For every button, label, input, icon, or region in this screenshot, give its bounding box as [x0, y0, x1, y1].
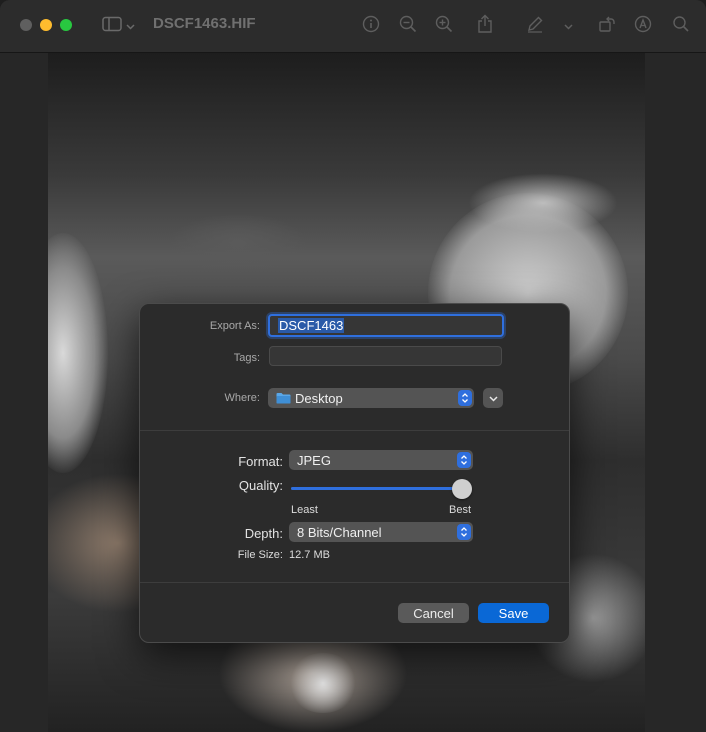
file-size-value: 12.7 MB: [289, 549, 330, 561]
export-as-value: DSCF1463: [278, 318, 345, 333]
file-size-label: File Size:: [237, 549, 283, 561]
save-button[interactable]: Save: [478, 603, 549, 623]
rotate-icon: [598, 15, 616, 38]
markup-button[interactable]: [524, 15, 546, 37]
slider-fill: [291, 487, 462, 490]
quality-best-label: Best: [448, 504, 471, 516]
person-icon: [634, 15, 652, 38]
info-button[interactable]: [360, 15, 382, 37]
chevron-down-icon: [563, 17, 573, 35]
search-button[interactable]: [670, 15, 692, 37]
format-label: Format:: [238, 454, 283, 469]
tags-field[interactable]: [269, 346, 502, 366]
format-value: JPEG: [297, 452, 331, 468]
depth-popup[interactable]: 8 Bits/Channel: [289, 522, 473, 542]
tags-label: Tags:: [233, 352, 260, 364]
quality-least-label: Least: [291, 504, 318, 516]
info-icon: [362, 15, 380, 38]
markup-person-button[interactable]: [632, 15, 654, 37]
export-as-label: Export As:: [209, 320, 260, 332]
close-window-button[interactable]: [20, 19, 32, 31]
slider-knob[interactable]: [452, 479, 472, 499]
zoom-out-icon: [399, 15, 417, 38]
where-popup[interactable]: Desktop: [268, 388, 474, 408]
where-label: Where:: [224, 392, 260, 404]
minimize-window-button[interactable]: [40, 19, 52, 31]
depth-value: 8 Bits/Channel: [297, 524, 382, 540]
chevron-down-icon: [125, 17, 135, 35]
folder-icon: [276, 392, 291, 404]
popup-arrows-icon: [457, 452, 471, 468]
zoom-in-icon: [435, 15, 453, 38]
title-bar: DSCF1463.HIF: [0, 0, 706, 53]
expand-where-button[interactable]: [483, 388, 503, 408]
zoom-in-button[interactable]: [433, 15, 455, 37]
rotate-button[interactable]: [596, 15, 618, 37]
zoom-window-button[interactable]: [60, 19, 72, 31]
popup-arrows-icon: [458, 390, 472, 406]
markup-options-button[interactable]: [562, 15, 574, 37]
window-title: DSCF1463.HIF: [153, 15, 256, 32]
quality-slider[interactable]: [291, 478, 472, 500]
export-as-field[interactable]: DSCF1463: [268, 314, 504, 337]
chevron-down-icon: [488, 389, 498, 407]
sidebar-toggle-button[interactable]: [100, 15, 136, 37]
sidebar-icon: [101, 16, 122, 37]
search-icon: [672, 15, 690, 38]
quality-label: Quality:: [238, 478, 283, 493]
separator: [140, 430, 569, 431]
share-icon: [477, 14, 493, 39]
export-dialog: Export As: DSCF1463 Tags: Where: Desktop…: [139, 303, 570, 643]
share-button[interactable]: [474, 14, 496, 39]
format-popup[interactable]: JPEG: [289, 450, 473, 470]
markup-icon: [526, 15, 544, 38]
depth-label: Depth:: [244, 526, 283, 541]
popup-arrows-icon: [457, 524, 471, 540]
zoom-out-button[interactable]: [397, 15, 419, 37]
cancel-button[interactable]: Cancel: [398, 603, 469, 623]
where-value: Desktop: [295, 390, 343, 406]
separator: [140, 582, 569, 583]
